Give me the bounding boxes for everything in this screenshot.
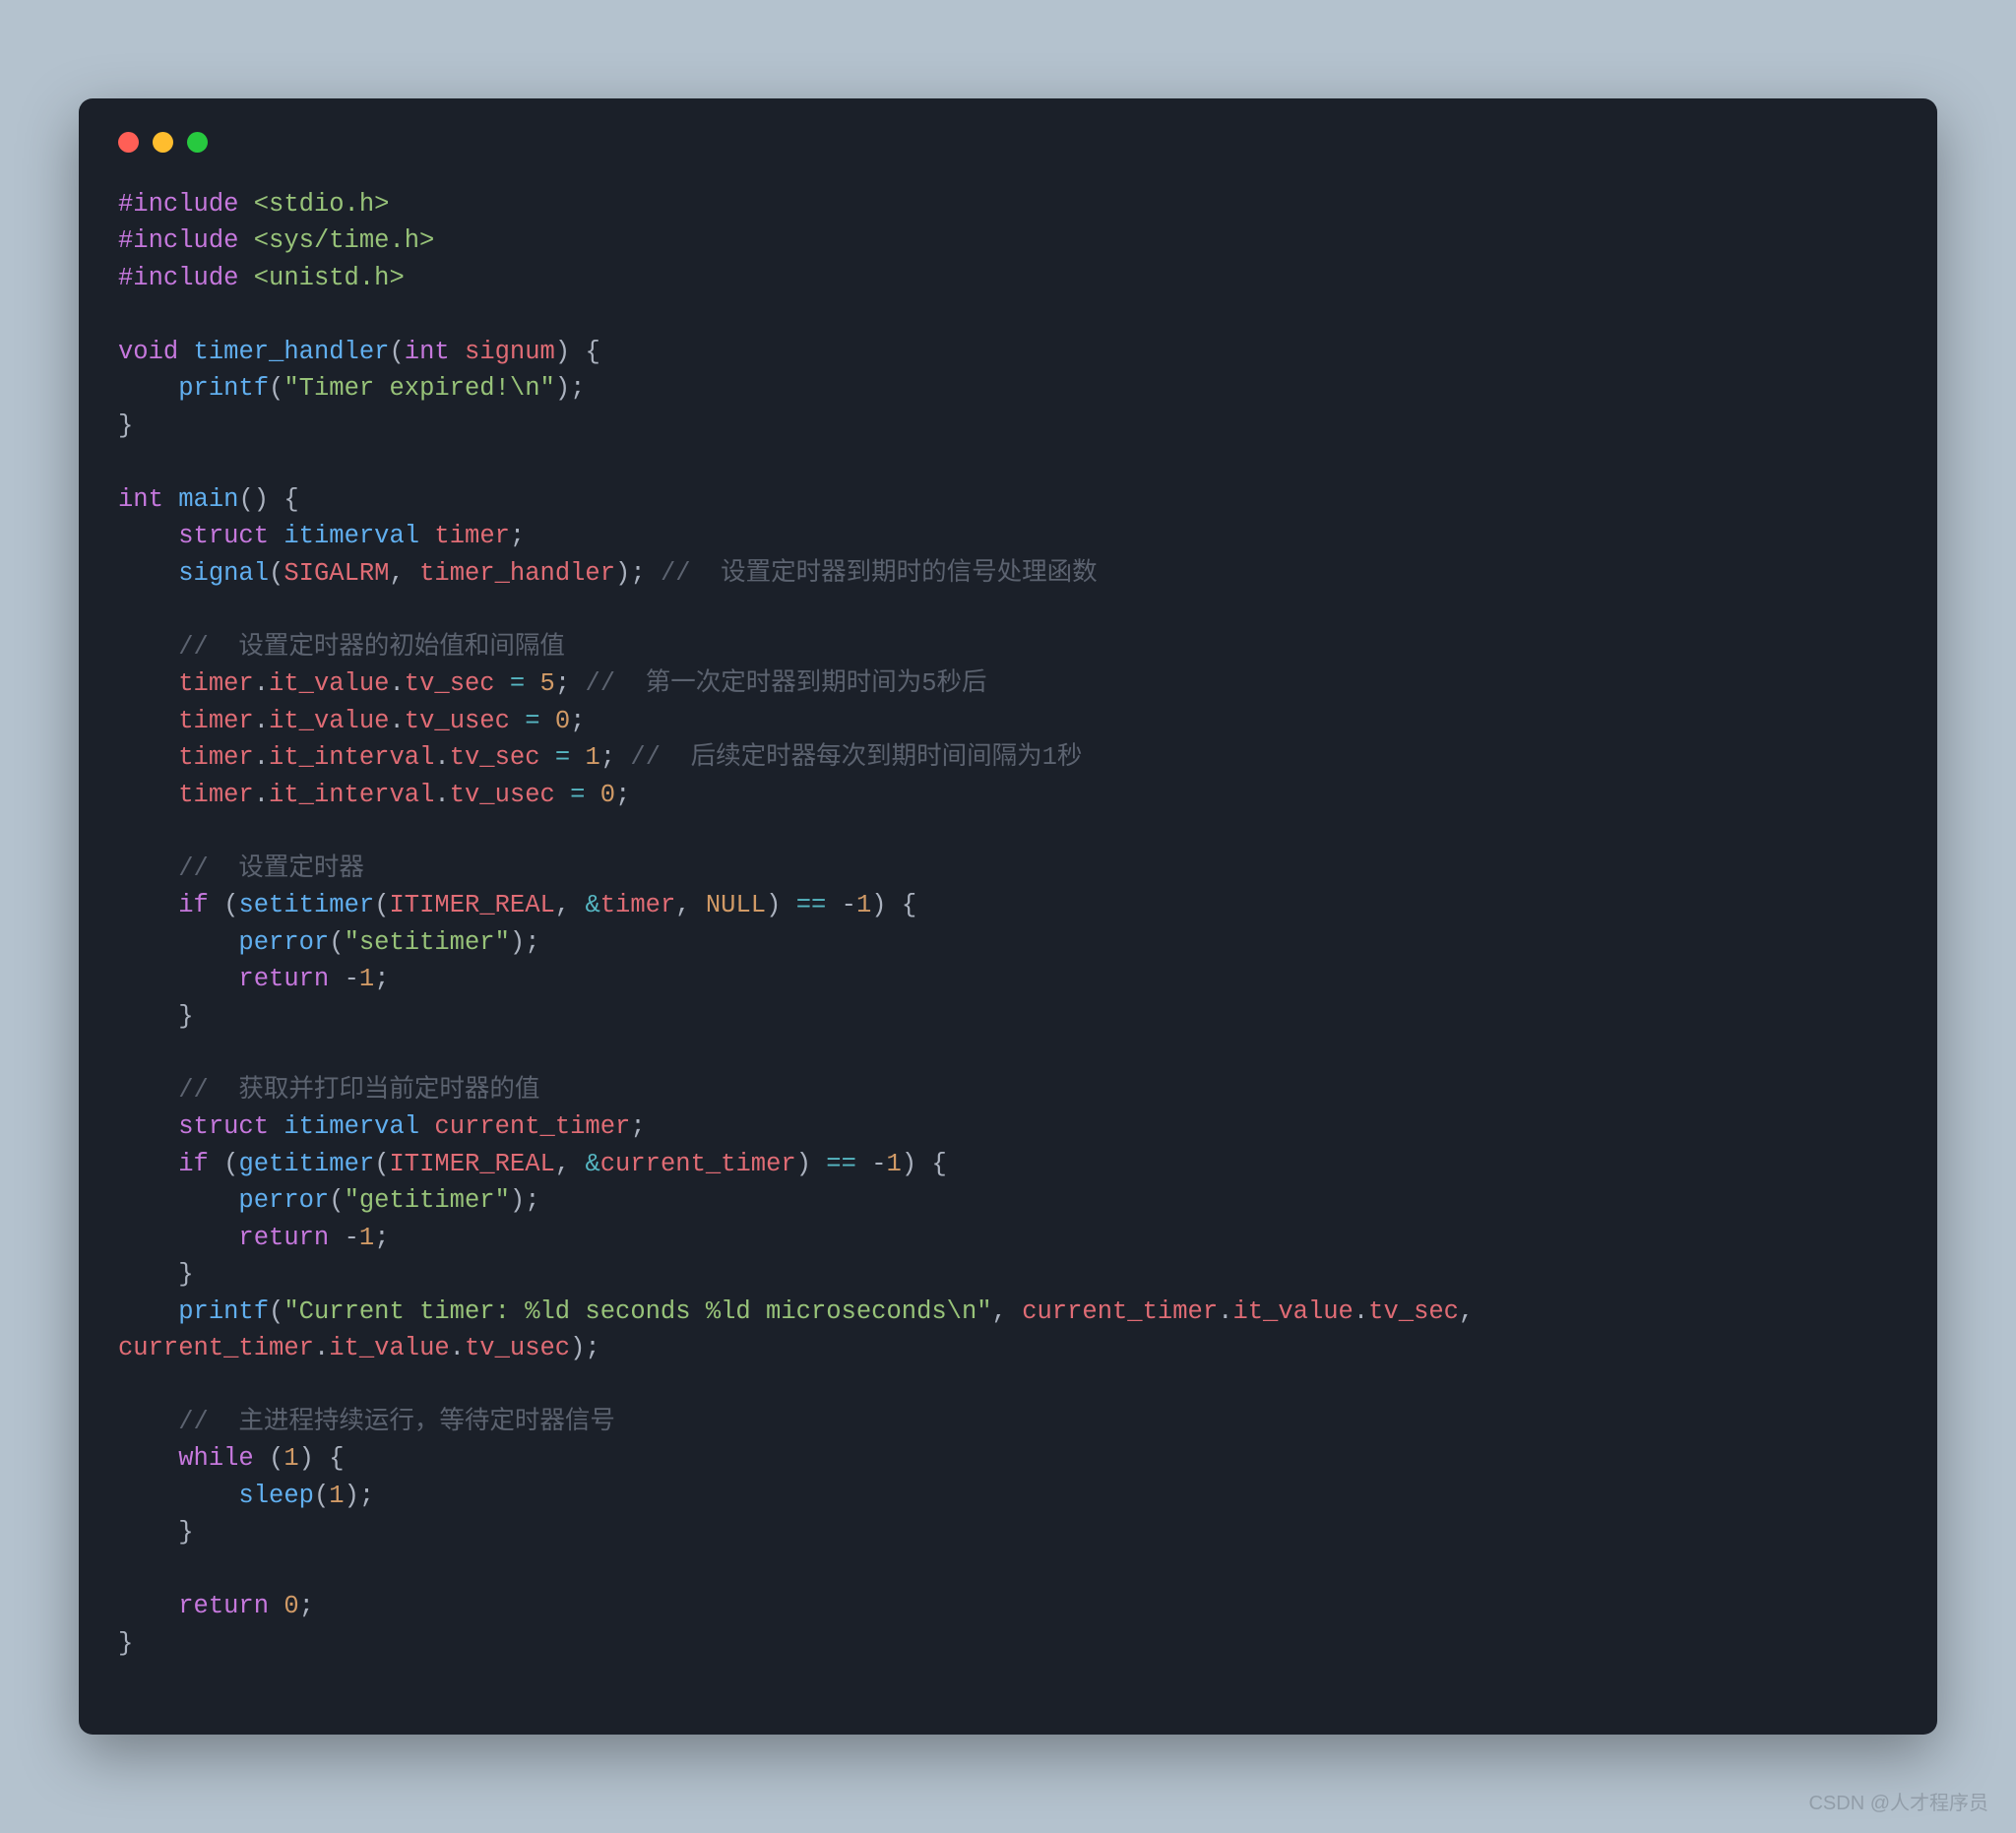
number: 0: [284, 1592, 298, 1620]
field: it_interval: [269, 743, 434, 772]
var: timer: [178, 781, 254, 809]
var: current_timer: [1022, 1297, 1218, 1326]
string: "getitimer": [345, 1186, 510, 1215]
field: it_value: [329, 1334, 449, 1362]
const: SIGALRM: [284, 559, 389, 588]
keyword: if: [178, 1150, 209, 1178]
field: tv_usec: [465, 1334, 570, 1362]
arg: timer: [600, 891, 676, 919]
var: timer: [434, 522, 510, 550]
header: <stdio.h>: [254, 190, 390, 219]
fn-call: sleep: [238, 1482, 314, 1510]
keyword: return: [238, 965, 329, 993]
comment: // 获取并打印当前定时器的值: [178, 1076, 539, 1105]
fn-call: perror: [238, 1186, 329, 1215]
const: NULL: [706, 891, 766, 919]
keyword: void: [118, 338, 178, 366]
fn-call: perror: [238, 928, 329, 957]
keyword: int: [118, 485, 163, 514]
keyword: return: [178, 1592, 269, 1620]
code-window: #include <stdio.h> #include <sys/time.h>…: [79, 98, 1937, 1735]
fn-call: printf: [178, 374, 269, 403]
number: 0: [555, 707, 570, 735]
field: tv_usec: [450, 781, 555, 809]
arg: current_timer: [600, 1150, 796, 1178]
fn-call: setitimer: [238, 891, 374, 919]
field: it_value: [269, 669, 389, 698]
var: current_timer: [118, 1334, 314, 1362]
field: tv_usec: [405, 707, 510, 735]
close-icon[interactable]: [118, 132, 139, 153]
field: it_interval: [269, 781, 434, 809]
string: "setitimer": [345, 928, 510, 957]
type: itimerval: [284, 522, 419, 550]
keyword: return: [238, 1224, 329, 1252]
number: 1: [284, 1444, 298, 1473]
var: current_timer: [434, 1112, 630, 1141]
fn-call: getitimer: [238, 1150, 374, 1178]
param: signum: [465, 338, 555, 366]
preproc: #include: [118, 190, 238, 219]
header: <sys/time.h>: [254, 226, 435, 255]
field: tv_sec: [405, 669, 495, 698]
comment: // 设置定时器到期时的信号处理函数: [661, 559, 1098, 588]
number: 1: [887, 1150, 902, 1178]
field: tv_sec: [450, 743, 540, 772]
window-controls: [118, 132, 1898, 153]
keyword: if: [178, 891, 209, 919]
const: ITIMER_REAL: [390, 1150, 555, 1178]
arg: timer_handler: [419, 559, 615, 588]
comment: // 设置定时器: [178, 854, 364, 883]
const: ITIMER_REAL: [390, 891, 555, 919]
comment: // 后续定时器每次到期时间间隔为1秒: [630, 743, 1082, 772]
number: 1: [856, 891, 871, 919]
number: 1: [329, 1482, 344, 1510]
type: itimerval: [284, 1112, 419, 1141]
keyword: while: [178, 1444, 254, 1473]
string: "Timer expired!\n": [284, 374, 554, 403]
comment: // 主进程持续运行，等待定时器信号: [178, 1408, 615, 1436]
watermark: CSDN @人才程序员: [1808, 1787, 1988, 1815]
preproc: #include: [118, 264, 238, 292]
fn-call: signal: [178, 559, 269, 588]
preproc: #include: [118, 226, 238, 255]
number: 1: [359, 965, 374, 993]
minimize-icon[interactable]: [153, 132, 173, 153]
fn-call: printf: [178, 1297, 269, 1326]
function-name: main: [178, 485, 238, 514]
comment: // 设置定时器的初始值和间隔值: [178, 633, 565, 662]
string: "Current timer: %ld seconds %ld microsec…: [284, 1297, 991, 1326]
number: 1: [359, 1224, 374, 1252]
var: timer: [178, 707, 254, 735]
var: timer: [178, 669, 254, 698]
field: it_value: [1232, 1297, 1353, 1326]
number: 0: [600, 781, 615, 809]
field: it_value: [269, 707, 389, 735]
comment: // 第一次定时器到期时间为5秒后: [585, 669, 986, 698]
function-name: timer_handler: [194, 338, 390, 366]
number: 5: [540, 669, 555, 698]
maximize-icon[interactable]: [187, 132, 208, 153]
code-block: #include <stdio.h> #include <sys/time.h>…: [118, 186, 1898, 1662]
var: timer: [178, 743, 254, 772]
header: <unistd.h>: [254, 264, 405, 292]
type: int: [405, 338, 450, 366]
number: 1: [585, 743, 599, 772]
keyword: struct: [178, 1112, 269, 1141]
field: tv_sec: [1368, 1297, 1459, 1326]
keyword: struct: [178, 522, 269, 550]
